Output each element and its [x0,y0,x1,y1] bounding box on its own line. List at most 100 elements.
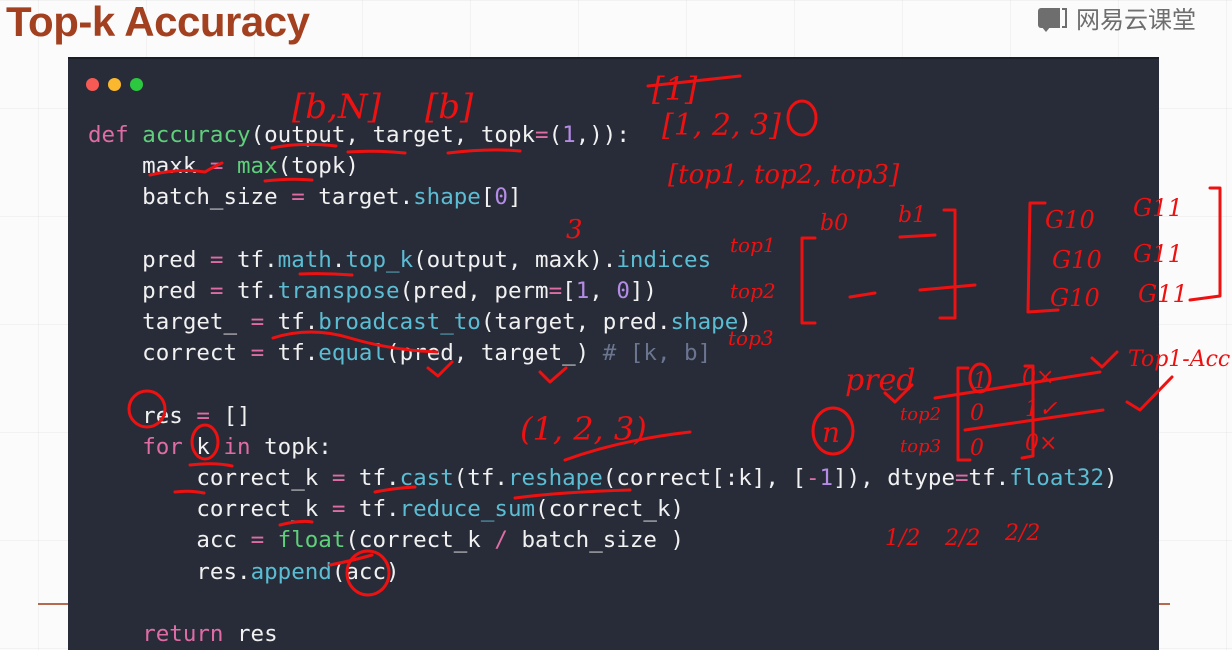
code-token: = [535,122,549,148]
code-token: (tf. [453,465,508,492]
code-token: target_ [88,309,251,336]
code-line: acc = float(correct_k / batch_size ) [88,525,1118,556]
code-token: tf. [968,465,1010,492]
code-token: (acc) [331,558,400,585]
code-token: acc [88,527,251,554]
code-token: [] [209,402,251,429]
code-token: float [277,527,346,554]
code-token: (pred, perm [399,277,549,304]
code-token: return [142,621,224,647]
code-token: correct_k [88,496,332,523]
code-line: res = [] [88,401,1118,432]
minimize-button[interactable] [108,78,121,91]
code-token: - [805,465,820,492]
code-token: . [331,246,346,273]
code-token: 1 [819,465,834,492]
code-line: batch_size = target.shape[0] [88,182,1118,213]
code-token: tf. [264,340,319,367]
code-token: ,)): [575,122,630,148]
code-token: res [223,621,278,647]
brand-logo: 网易云课堂 [1038,0,1196,35]
code-token: accuracy [142,122,251,148]
code-line: for k in topk: [88,432,1118,463]
code-token: 1 [575,277,590,304]
code-token: transpose [277,277,400,304]
code-token: = [291,184,305,211]
code-token: = [250,340,265,367]
code-token: tf. [264,309,319,336]
code-token: batch_size ) [507,527,685,554]
code-token: correct_k [88,465,332,492]
chat-book-icon [1038,6,1068,32]
code-token: pred [88,277,210,304]
code-token: = [331,465,346,492]
close-button[interactable] [86,78,99,91]
code-token: = [250,527,265,554]
code-token: reshape [507,465,603,492]
code-token: correct [88,340,251,367]
code-line: target_ = tf.broadcast_to(target, pred.s… [88,307,1118,338]
code-token: / [494,527,508,554]
code-token: (output, target, topk [250,122,536,148]
code-token: (correct_k) [535,496,685,523]
code-token: pred [88,246,210,273]
code-token: = [331,496,346,523]
code-token: broadcast_to [318,309,481,336]
code-token: tf. [223,277,278,304]
code-token: cast [399,465,454,492]
code-token: top_k [345,246,414,273]
code-token: def [88,122,129,148]
code-token: maxk [88,153,210,180]
code-line: def accuracy(output, target, topk=(1,)): [88,120,1118,151]
code-token: ]) [629,277,657,304]
code-token: tf. [345,465,400,492]
code-line: correct = tf.equal(pred, target_) # [k, … [88,338,1118,369]
code-token: = [250,309,265,336]
maximize-button[interactable] [130,78,143,91]
code-token: 1 [562,122,576,148]
code-token: (output, maxk). [413,246,617,273]
code-token: shape [670,309,739,336]
code-token: , [589,277,617,304]
code-token: ]), dtype [833,465,955,492]
code-token: = [209,246,224,273]
code-token: reduce_sum [399,496,536,523]
code-token: res. [88,558,251,585]
code-line: pred = tf.transpose(pred, perm=[1, 0]) [88,276,1118,307]
code-token: k [182,433,224,460]
code-token: topk: [250,433,332,460]
code-token: target. [304,184,414,211]
code-token: (pred, target_) [386,340,603,367]
code-line: return res [88,619,1118,650]
code-token: (target, pred. [480,309,671,336]
code-token: ] [507,184,522,211]
code-token: max [237,153,278,180]
code-token: shape [413,184,481,211]
code-line: correct_k = tf.reduce_sum(correct_k) [88,494,1118,525]
code-token: = [548,277,563,304]
code-block: def accuracy(output, target, topk=(1,)):… [88,120,1118,650]
code-token: tf. [345,496,400,523]
code-token: [ [562,277,576,304]
code-token: ( [548,122,563,148]
code-token: 0 [616,277,630,304]
code-line: correct_k = tf.cast(tf.reshape(correct[:… [88,463,1117,494]
slide-title: Top-k Accuracy [6,0,310,45]
code-token: float32 [1009,465,1105,492]
code-token: (topk) [277,153,359,180]
code-token: = [209,277,224,304]
code-token: equal [318,340,387,367]
code-token: batch_size [88,184,292,211]
code-token: res [88,402,197,429]
code-window: def accuracy(output, target, topk=(1,)):… [68,57,1159,650]
code-token: tf. [223,246,278,273]
window-controls [86,78,143,91]
code-token: append [250,558,332,585]
code-token: 0 [494,184,508,211]
